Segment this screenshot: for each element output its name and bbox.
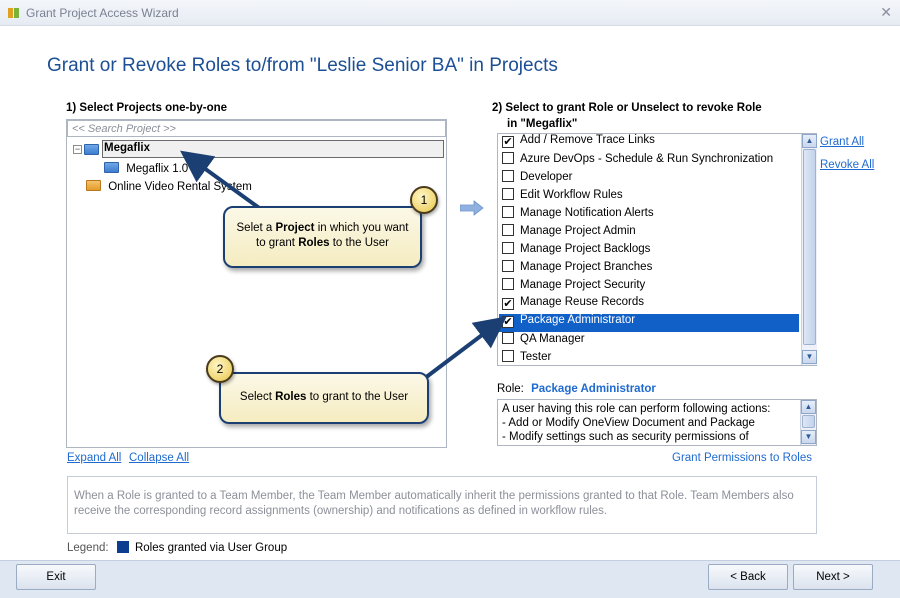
callout-bold: Roles <box>298 237 330 249</box>
callout-text: to grant to the User <box>306 391 409 403</box>
callout-2: Select Roles to grant to the User <box>219 372 429 424</box>
callout-bold: Project <box>275 222 315 234</box>
callout-text: Selet a <box>236 222 276 234</box>
callout-text: Select <box>239 391 276 403</box>
callout-1-number: 1 <box>410 186 438 214</box>
callout-bold: Roles <box>275 391 307 403</box>
callout-1-arrow <box>180 150 264 212</box>
callout-2-arrow <box>423 316 507 380</box>
callout-2-number: 2 <box>206 355 234 383</box>
callout-text: to the User <box>329 237 389 249</box>
callout-arrows <box>180 150 507 380</box>
callout-1: Selet a Project in which you want to gra… <box>223 206 422 268</box>
